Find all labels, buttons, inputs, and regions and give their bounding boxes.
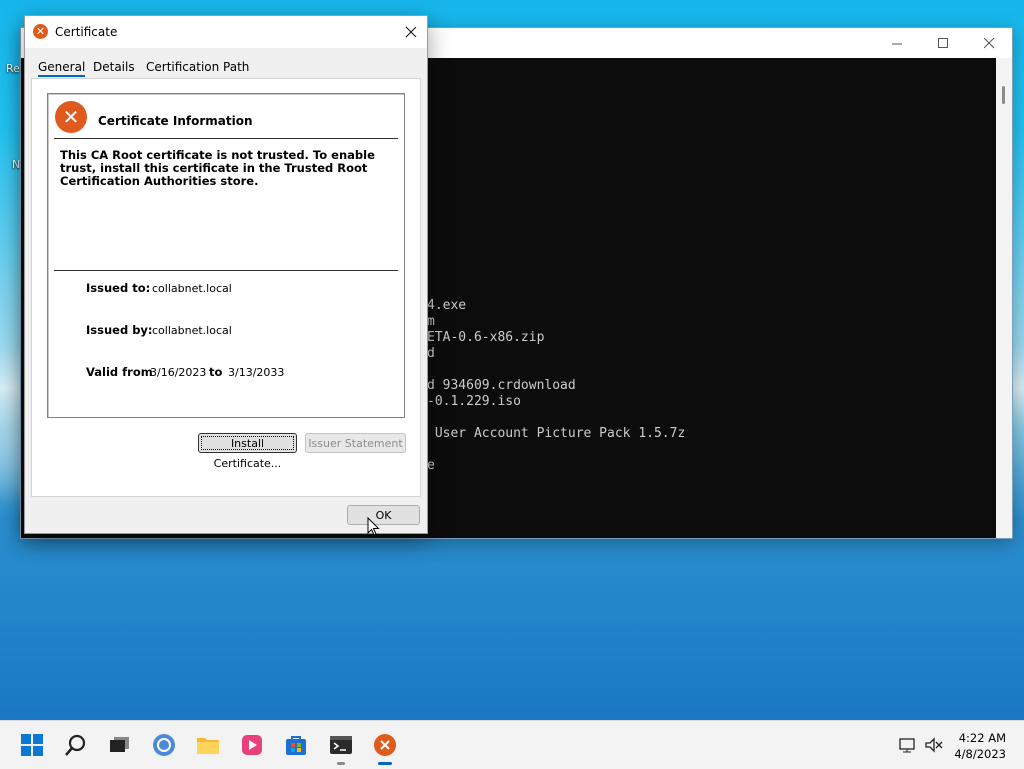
terminal-icon (330, 736, 352, 754)
windows-start-icon (21, 734, 43, 756)
browser-icon (153, 734, 175, 756)
media-player-icon (242, 735, 262, 755)
dialog-title: Certificate (55, 25, 118, 39)
taskbar-app-store[interactable] (284, 733, 308, 757)
start-button[interactable] (20, 733, 44, 757)
search-icon (65, 734, 86, 756)
issued-to-value: collabnet.local (152, 282, 232, 295)
close-icon (405, 26, 417, 38)
issued-by-value: collabnet.local (152, 324, 232, 337)
tab-details[interactable]: Details (93, 60, 135, 74)
taskbar-app-terminal[interactable] (329, 733, 353, 757)
divider (54, 138, 398, 139)
terminal-line: ETA-0.6-x86.zip (427, 330, 545, 345)
minimize-button[interactable] (874, 28, 920, 58)
taskbar-clock[interactable]: 4:22 AM 4/8/2023 (954, 730, 1006, 762)
divider (54, 270, 398, 271)
certificate-dialog[interactable]: ✕ Certificate General Details Certificat… (24, 15, 428, 534)
taskbar-app-browser[interactable] (152, 733, 176, 757)
app-running-indicator (337, 762, 345, 765)
issued-by-label: Issued by: (86, 323, 153, 337)
issuer-statement-button[interactable]: Issuer Statement (305, 433, 406, 453)
trust-message: This CA Root certificate is not trusted.… (60, 148, 375, 188)
terminal-line: m (427, 314, 435, 329)
taskbar-app-file-explorer[interactable] (196, 733, 220, 757)
ok-button[interactable]: OK (347, 505, 420, 525)
close-button[interactable] (966, 28, 1012, 58)
terminal-line: d 934609.crdownload (427, 378, 576, 393)
store-icon (286, 736, 306, 755)
clock-time: 4:22 AM (958, 731, 1006, 745)
terminal-line: User Account Picture Pack 1.5.7z (427, 426, 686, 441)
certificate-info-heading: Certificate Information (98, 114, 253, 128)
install-certificate-button[interactable]: Install Certificate... (198, 433, 297, 470)
mouse-cursor-icon (367, 517, 380, 536)
taskbar-app-media[interactable] (240, 733, 264, 757)
dialog-tabs: General Details Certification Path (25, 48, 427, 78)
certificate-info-box: ✕ Certificate Information This CA Root c… (47, 93, 405, 418)
task-view-icon (110, 737, 129, 752)
terminal-line: 4.exe (427, 298, 467, 313)
terminal-line: -0.1.229.iso (427, 394, 521, 409)
folder-icon (197, 738, 219, 754)
certificate-error-icon: ✕ (33, 24, 48, 39)
valid-to-value: 3/13/2033 (228, 366, 285, 379)
search-button[interactable] (64, 733, 88, 757)
volume-muted-icon (925, 737, 943, 753)
certificate-error-icon (374, 734, 396, 756)
network-tray-button[interactable] (896, 733, 920, 757)
tab-certification-path[interactable]: Certification Path (146, 60, 249, 74)
desktop-icon-label[interactable]: N (12, 158, 20, 171)
dialog-title-bar[interactable]: ✕ Certificate (25, 16, 427, 48)
taskbar-app-certificate[interactable] (373, 733, 397, 757)
general-tab-panel: ✕ Certificate Information This CA Root c… (31, 78, 421, 497)
maximize-button[interactable] (920, 28, 966, 58)
desktop-icon-label[interactable]: Re (6, 62, 20, 75)
valid-from-value: 3/16/2023 (150, 366, 207, 379)
terminal-line: d (427, 346, 435, 361)
scrollbar-thumb[interactable] (1002, 86, 1005, 104)
maximize-icon (937, 37, 948, 48)
valid-to-label: to (209, 365, 223, 379)
volume-tray-button[interactable] (922, 733, 946, 757)
terminal-scrollbar[interactable] (996, 58, 1012, 538)
app-active-indicator (378, 762, 392, 765)
task-view-button[interactable] (108, 733, 132, 757)
clock-date: 4/8/2023 (954, 747, 1006, 761)
taskbar: 4:22 AM 4/8/2023 (0, 720, 1024, 769)
close-icon (983, 37, 994, 48)
certificate-error-icon: ✕ (55, 101, 87, 133)
minimize-icon (891, 43, 902, 44)
tab-general[interactable]: General (38, 60, 86, 77)
issued-to-label: Issued to: (86, 281, 151, 295)
valid-from-label: Valid from (86, 365, 153, 379)
dialog-close-button[interactable] (395, 16, 427, 48)
terminal-line: e (427, 458, 435, 473)
network-icon (899, 738, 915, 753)
